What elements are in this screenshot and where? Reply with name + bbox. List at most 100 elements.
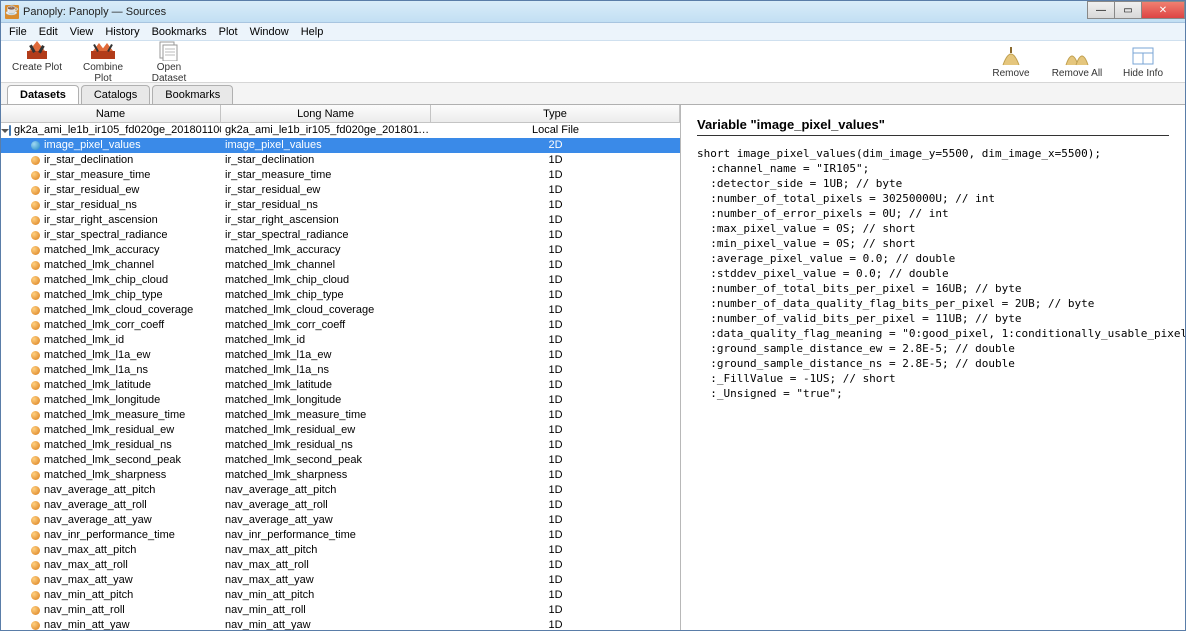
variable-icon bbox=[31, 621, 40, 630]
variable-row[interactable]: matched_lmk_latitudematched_lmk_latitude… bbox=[1, 378, 680, 393]
variable-icon bbox=[31, 501, 40, 510]
variable-row[interactable]: ir_star_right_ascensionir_star_right_asc… bbox=[1, 213, 680, 228]
remove-all-icon bbox=[1065, 45, 1089, 67]
variable-icon bbox=[31, 396, 40, 405]
variable-row[interactable]: nav_max_att_pitchnav_max_att_pitch1D bbox=[1, 543, 680, 558]
hide-info-button[interactable]: Hide Info bbox=[1113, 45, 1173, 79]
close-button[interactable]: ✕ bbox=[1141, 1, 1185, 19]
variable-icon bbox=[31, 441, 40, 450]
variable-row[interactable]: matched_lmk_residual_nsmatched_lmk_resid… bbox=[1, 438, 680, 453]
toolbar: Create PlotCombine PlotOpen Dataset Remo… bbox=[1, 41, 1185, 83]
variable-row[interactable]: ir_star_residual_ewir_star_residual_ew1D bbox=[1, 183, 680, 198]
variable-icon bbox=[31, 351, 40, 360]
menu-help[interactable]: Help bbox=[295, 24, 330, 40]
create-plot-icon bbox=[25, 39, 49, 61]
variable-row[interactable]: nav_min_att_yawnav_min_att_yaw1D bbox=[1, 618, 680, 630]
titlebar[interactable]: Panoply: Panoply — Sources — ▭ ✕ bbox=[1, 1, 1185, 23]
variable-row[interactable]: ir_star_spectral_radianceir_star_spectra… bbox=[1, 228, 680, 243]
variable-icon bbox=[31, 231, 40, 240]
combine-plot-button[interactable]: Combine Plot bbox=[73, 39, 133, 84]
variable-icon bbox=[31, 156, 40, 165]
variable-row[interactable]: matched_lmk_chip_typematched_lmk_chip_ty… bbox=[1, 288, 680, 303]
open-dataset-icon bbox=[157, 39, 181, 61]
hide-info-icon bbox=[1131, 45, 1155, 67]
variable-row[interactable]: matched_lmk_sharpnessmatched_lmk_sharpne… bbox=[1, 468, 680, 483]
variable-icon bbox=[31, 141, 40, 150]
variable-row[interactable]: nav_min_att_rollnav_min_att_roll1D bbox=[1, 603, 680, 618]
open-dataset-button[interactable]: Open Dataset bbox=[139, 39, 199, 84]
variable-row[interactable]: ir_star_measure_timeir_star_measure_time… bbox=[1, 168, 680, 183]
menu-view[interactable]: View bbox=[64, 24, 100, 40]
variable-row[interactable]: matched_lmk_l1a_ewmatched_lmk_l1a_ew1D bbox=[1, 348, 680, 363]
variable-row[interactable]: matched_lmk_residual_ewmatched_lmk_resid… bbox=[1, 423, 680, 438]
table-header: Name Long Name Type bbox=[1, 105, 680, 123]
file-icon bbox=[9, 125, 11, 136]
menu-file[interactable]: File bbox=[3, 24, 33, 40]
variable-icon bbox=[31, 516, 40, 525]
variable-row[interactable]: matched_lmk_longitudematched_lmk_longitu… bbox=[1, 393, 680, 408]
variable-row[interactable]: nav_average_att_pitchnav_average_att_pit… bbox=[1, 483, 680, 498]
variable-icon bbox=[31, 381, 40, 390]
variable-row[interactable]: matched_lmk_corr_coeffmatched_lmk_corr_c… bbox=[1, 318, 680, 333]
remove-all-button[interactable]: Remove All bbox=[1047, 45, 1107, 79]
variable-row[interactable]: matched_lmk_l1a_nsmatched_lmk_l1a_ns1D bbox=[1, 363, 680, 378]
menu-edit[interactable]: Edit bbox=[33, 24, 64, 40]
tab-datasets[interactable]: Datasets bbox=[7, 85, 79, 104]
variable-icon bbox=[31, 186, 40, 195]
col-name[interactable]: Name bbox=[1, 105, 221, 122]
variable-row[interactable]: matched_lmk_accuracymatched_lmk_accuracy… bbox=[1, 243, 680, 258]
variable-row[interactable]: nav_min_att_pitchnav_min_att_pitch1D bbox=[1, 588, 680, 603]
variable-row[interactable]: matched_lmk_idmatched_lmk_id1D bbox=[1, 333, 680, 348]
menu-window[interactable]: Window bbox=[244, 24, 295, 40]
variable-icon bbox=[31, 201, 40, 210]
variable-title: Variable "image_pixel_values" bbox=[697, 117, 1169, 136]
variable-icon bbox=[31, 576, 40, 585]
variable-row[interactable]: ir_star_residual_nsir_star_residual_ns1D bbox=[1, 198, 680, 213]
variable-icon bbox=[31, 276, 40, 285]
table-body[interactable]: gk2a_ami_le1b_ir105_fd020ge_201801100200… bbox=[1, 123, 680, 630]
tab-bookmarks[interactable]: Bookmarks bbox=[152, 85, 233, 104]
file-row[interactable]: gk2a_ami_le1b_ir105_fd020ge_201801100200… bbox=[1, 123, 680, 138]
variable-icon bbox=[31, 456, 40, 465]
col-type[interactable]: Type bbox=[431, 105, 680, 122]
menu-bookmarks[interactable]: Bookmarks bbox=[146, 24, 213, 40]
variable-row[interactable]: matched_lmk_cloud_coveragematched_lmk_cl… bbox=[1, 303, 680, 318]
variable-icon bbox=[31, 561, 40, 570]
variable-icon bbox=[31, 411, 40, 420]
variable-row[interactable]: ir_star_declinationir_star_declination1D bbox=[1, 153, 680, 168]
variable-icon bbox=[31, 306, 40, 315]
menu-history[interactable]: History bbox=[99, 24, 145, 40]
menu-plot[interactable]: Plot bbox=[213, 24, 244, 40]
remove-button[interactable]: Remove bbox=[981, 45, 1041, 79]
variable-icon bbox=[31, 426, 40, 435]
variable-row[interactable]: nav_max_att_yawnav_max_att_yaw1D bbox=[1, 573, 680, 588]
variable-row[interactable]: matched_lmk_measure_timematched_lmk_meas… bbox=[1, 408, 680, 423]
variable-icon bbox=[31, 486, 40, 495]
detail-panel: Variable "image_pixel_values" short imag… bbox=[681, 105, 1185, 630]
variable-row[interactable]: nav_inr_performance_timenav_inr_performa… bbox=[1, 528, 680, 543]
variable-row[interactable]: image_pixel_valuesimage_pixel_values2D bbox=[1, 138, 680, 153]
expand-icon[interactable] bbox=[1, 129, 9, 133]
variable-row[interactable]: matched_lmk_channelmatched_lmk_channel1D bbox=[1, 258, 680, 273]
tab-catalogs[interactable]: Catalogs bbox=[81, 85, 150, 104]
variable-icon bbox=[31, 216, 40, 225]
variable-dump: short image_pixel_values(dim_image_y=550… bbox=[697, 146, 1169, 401]
maximize-button[interactable]: ▭ bbox=[1114, 1, 1142, 19]
variable-row[interactable]: nav_average_att_rollnav_average_att_roll… bbox=[1, 498, 680, 513]
variable-icon bbox=[31, 291, 40, 300]
variable-icon bbox=[31, 606, 40, 615]
variable-icon bbox=[31, 321, 40, 330]
variable-icon bbox=[31, 246, 40, 255]
variable-row[interactable]: matched_lmk_second_peakmatched_lmk_secon… bbox=[1, 453, 680, 468]
variable-icon bbox=[31, 546, 40, 555]
remove-icon bbox=[999, 45, 1023, 67]
variable-icon bbox=[31, 261, 40, 270]
variable-icon bbox=[31, 591, 40, 600]
variable-icon bbox=[31, 471, 40, 480]
variable-row[interactable]: matched_lmk_chip_cloudmatched_lmk_chip_c… bbox=[1, 273, 680, 288]
col-longname[interactable]: Long Name bbox=[221, 105, 431, 122]
variable-row[interactable]: nav_average_att_yawnav_average_att_yaw1D bbox=[1, 513, 680, 528]
create-plot-button[interactable]: Create Plot bbox=[7, 39, 67, 84]
minimize-button[interactable]: — bbox=[1087, 1, 1115, 19]
variable-row[interactable]: nav_max_att_rollnav_max_att_roll1D bbox=[1, 558, 680, 573]
